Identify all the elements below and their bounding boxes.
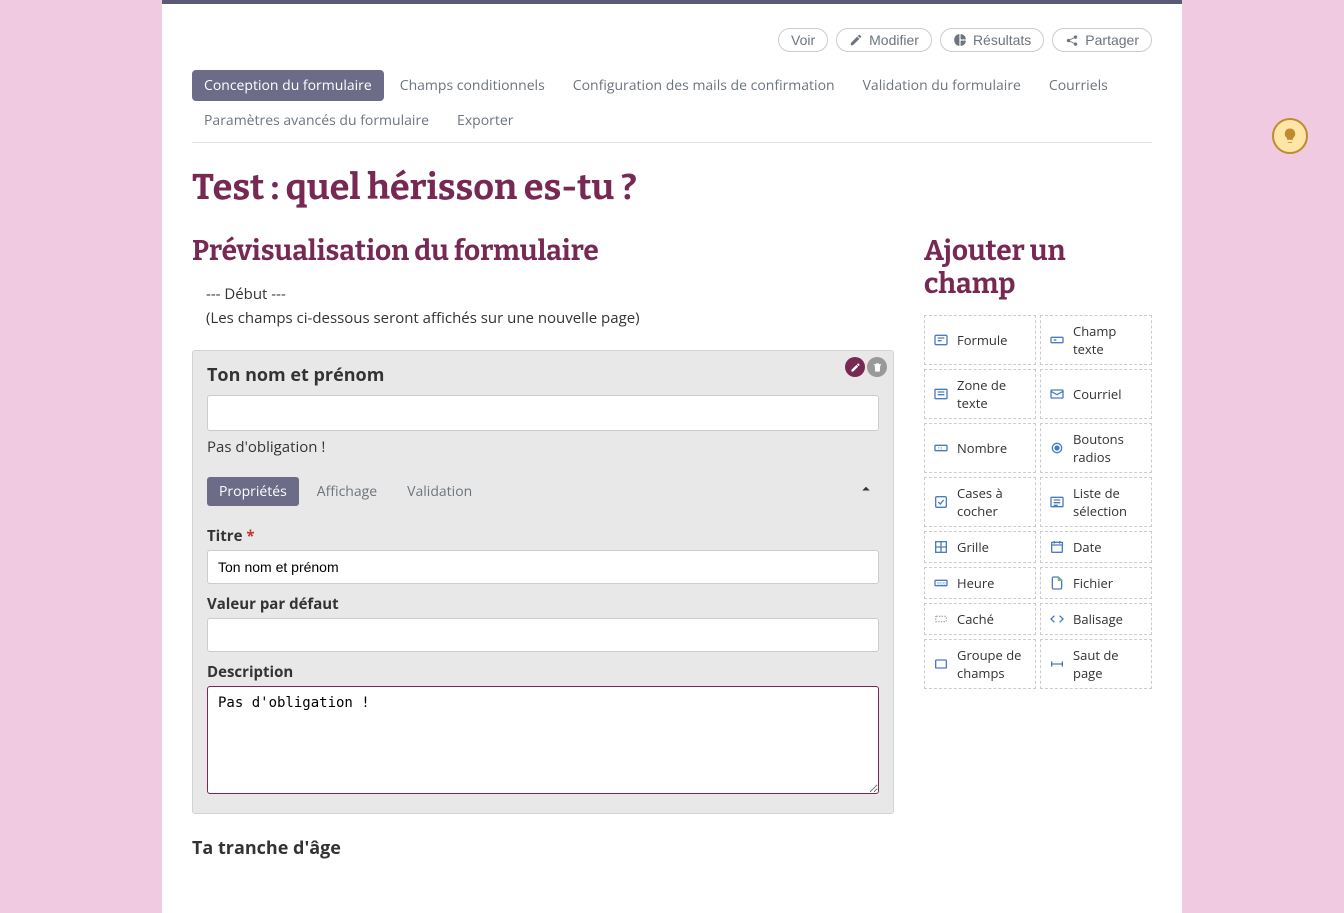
checkbox-icon	[933, 494, 949, 510]
tab-validation-form[interactable]: Validation du formulaire	[851, 70, 1033, 101]
partager-label: Partager	[1085, 32, 1139, 48]
tab-avances[interactable]: Paramètres avancés du formulaire	[192, 105, 441, 136]
pencil-icon	[849, 33, 863, 47]
formula-icon	[933, 332, 949, 348]
field-actions	[845, 357, 887, 377]
time-icon: 00:00	[933, 575, 949, 591]
add-field-heading: Ajouter un champ	[924, 235, 1152, 301]
email-icon	[1049, 386, 1065, 402]
field-title: Ton nom et prénom	[207, 363, 879, 387]
file-icon	[1049, 575, 1065, 591]
next-field-heading: Ta tranche d'âge	[192, 836, 894, 860]
add-email-button[interactable]: Courriel	[1040, 369, 1152, 419]
field-preview-input[interactable]	[207, 395, 879, 431]
text-field-icon	[1049, 332, 1065, 348]
number-icon: 12	[933, 440, 949, 456]
tab-courriels[interactable]: Courriels	[1037, 70, 1120, 101]
tab-conditionnels[interactable]: Champs conditionnels	[388, 70, 557, 101]
add-grid-button[interactable]: Grille	[924, 531, 1036, 563]
add-hidden-button[interactable]: Caché	[924, 603, 1036, 635]
field-tabs-row: Propriétés Affichage Validation	[193, 469, 893, 506]
add-radio-button[interactable]: Boutons radios	[1040, 423, 1152, 473]
lightbulb-icon	[1281, 127, 1299, 145]
add-number-button[interactable]: 12 Nombre	[924, 423, 1036, 473]
field-tab-proprietes[interactable]: Propriétés	[207, 477, 299, 506]
field-tab-validation[interactable]: Validation	[395, 477, 484, 506]
svg-text:00:00: 00:00	[937, 580, 946, 585]
add-file-button[interactable]: Fichier	[1040, 567, 1152, 599]
default-label: Valeur par défaut	[207, 594, 879, 614]
select-icon	[1049, 494, 1065, 510]
pie-chart-icon	[953, 33, 967, 47]
add-formule-button[interactable]: Formule	[924, 315, 1036, 365]
trash-icon	[872, 362, 883, 373]
help-bulb-button[interactable]	[1272, 118, 1308, 154]
delete-field-button[interactable]	[867, 357, 887, 377]
add-date-button[interactable]: Date	[1040, 531, 1152, 563]
page-container: Voir Modifier Résultats Partager Concept…	[162, 0, 1182, 913]
textarea-icon	[933, 386, 949, 402]
svg-text:12: 12	[938, 446, 943, 451]
hidden-icon	[933, 611, 949, 627]
date-icon	[1049, 539, 1065, 555]
page-title: Test : quel hérisson es-tu ?	[192, 165, 1152, 209]
voir-button[interactable]: Voir	[778, 28, 828, 52]
add-time-button[interactable]: 00:00 Heure	[924, 567, 1036, 599]
group-icon	[933, 656, 949, 672]
main-layout: Prévisualisation du formulaire --- Début…	[192, 235, 1152, 860]
description-textarea[interactable]: Pas d'obligation !	[207, 686, 879, 794]
grid-icon	[933, 539, 949, 555]
collapse-toggle[interactable]	[857, 480, 879, 504]
default-input[interactable]	[207, 618, 879, 652]
tab-conception[interactable]: Conception du formulaire	[192, 70, 384, 101]
tab-nav: Conception du formulaire Champs conditio…	[192, 70, 1152, 143]
partager-button[interactable]: Partager	[1052, 28, 1152, 52]
field-description-preview: Pas d'obligation !	[207, 437, 879, 457]
preview-heading: Prévisualisation du formulaire	[192, 235, 894, 268]
left-column: Prévisualisation du formulaire --- Début…	[192, 235, 894, 860]
share-icon	[1065, 33, 1079, 47]
field-props: Titre * Valeur par défaut Description Pa…	[193, 506, 893, 813]
start-marker: --- Début ---	[206, 282, 894, 306]
action-bar: Voir Modifier Résultats Partager	[192, 28, 1152, 52]
tab-mails[interactable]: Configuration des mails de confirmation	[561, 70, 847, 101]
field-tab-affichage[interactable]: Affichage	[305, 477, 389, 506]
add-select-button[interactable]: Liste de sélection	[1040, 477, 1152, 527]
add-group-button[interactable]: Groupe de champs	[924, 639, 1036, 689]
pencil-icon	[850, 362, 861, 373]
add-field-grid: Formule Champ texte Zone de texte Courri…	[924, 315, 1152, 689]
titre-input[interactable]	[207, 550, 879, 584]
voir-label: Voir	[791, 32, 815, 48]
add-textarea-button[interactable]: Zone de texte	[924, 369, 1036, 419]
pagebreak-icon	[1049, 656, 1065, 672]
required-star: *	[246, 526, 254, 546]
add-text-button[interactable]: Champ texte	[1040, 315, 1152, 365]
tab-exporter[interactable]: Exporter	[445, 105, 525, 136]
markup-icon	[1049, 611, 1065, 627]
modifier-button[interactable]: Modifier	[836, 28, 932, 52]
resultats-button[interactable]: Résultats	[940, 28, 1044, 52]
modifier-label: Modifier	[869, 32, 919, 48]
resultats-label: Résultats	[973, 32, 1031, 48]
right-column: Ajouter un champ Formule Champ texte Zon…	[924, 235, 1152, 860]
radio-icon	[1049, 440, 1065, 456]
add-markup-button[interactable]: Balisage	[1040, 603, 1152, 635]
start-block: --- Début --- (Les champs ci-dessous ser…	[192, 282, 894, 330]
edit-field-button[interactable]	[845, 357, 865, 377]
field-card: Ton nom et prénom Pas d'obligation ! Pro…	[192, 350, 894, 814]
chevron-up-icon	[857, 480, 875, 498]
start-note: (Les champs ci-dessous seront affichés s…	[206, 306, 894, 330]
description-label: Description	[207, 662, 879, 682]
add-pagebreak-button[interactable]: Saut de page	[1040, 639, 1152, 689]
add-checkbox-button[interactable]: Cases à cocher	[924, 477, 1036, 527]
titre-label: Titre *	[207, 526, 879, 546]
field-card-header: Ton nom et prénom Pas d'obligation !	[193, 351, 893, 469]
